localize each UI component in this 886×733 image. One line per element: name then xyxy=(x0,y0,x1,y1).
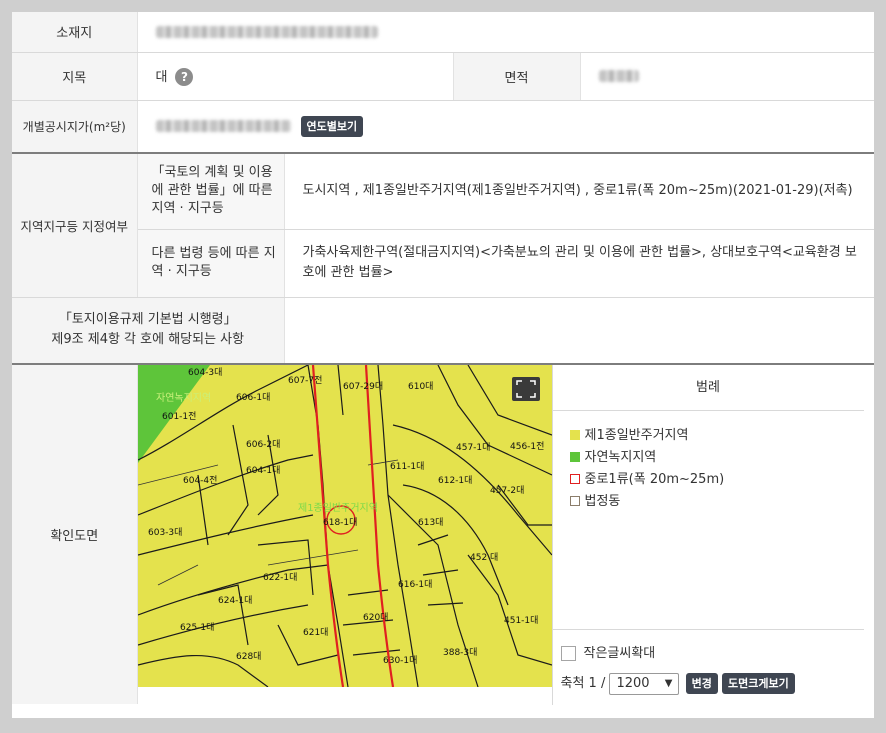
parcel-label: 613대 xyxy=(418,517,443,528)
road-line-right xyxy=(364,365,394,687)
parcel-label: 457-2대 xyxy=(490,485,524,496)
parcel-label: 456-1전 xyxy=(510,441,544,452)
row-land-category: 지목 대? 면적 xyxy=(12,52,874,101)
land-category-label: 지목 xyxy=(12,52,138,101)
swatch-residential xyxy=(569,429,580,440)
enforcement-label: 「토지이용규제 기본법 시행령」 제9조 제4항 각 호에 해당되는 사항 xyxy=(12,297,285,365)
enforcement-label-line2: 제9조 제4항 각 호에 해당되는 사항 xyxy=(51,332,245,348)
parcel-label: 604-3대 xyxy=(188,367,222,378)
row-location: 소재지 xyxy=(12,12,874,53)
enlarge-text-checkbox[interactable] xyxy=(560,646,576,661)
enforcement-value xyxy=(284,297,874,365)
legend-list: 제1종일반주거지역 자연녹지지역 중로1류(폭 20m~25m) 법정동 xyxy=(553,411,864,513)
chevron-down-icon: ▼ xyxy=(664,677,673,689)
legend-item-label: 제1종일반주거지역 xyxy=(584,428,689,443)
green-zone-label: 자연녹지지역 xyxy=(156,392,211,404)
area-label: 면적 xyxy=(453,52,581,101)
land-category-cell: 대? xyxy=(137,52,454,101)
zoning-sub1-value: 도시지역 , 제1종일반주거지역(제1종일반주거지역) , 중로1류(폭 20m… xyxy=(284,152,874,230)
legend-panel: 범례 제1종일반주거지역 자연녹지지역 중로1류(폭 20m~25m) 법정동 xyxy=(551,365,864,705)
parcel-label: 606-1대 xyxy=(236,392,270,403)
scale-label: 축척 1 / xyxy=(560,676,606,691)
map-label: 확인도면 xyxy=(12,363,138,704)
parcel-label: 616-1대 xyxy=(398,579,432,590)
enlarge-text-label: 작은글씨확대 xyxy=(583,646,656,661)
parcel-label: 604-1대 xyxy=(246,465,280,476)
area-value xyxy=(580,52,874,101)
zoning-map[interactable]: 604-3대 606-1대 601-1전 606-2대 604-1대 604-4… xyxy=(137,365,552,687)
scale-row: 축척 1 / 1200 ▼ 변경 도면크게보기 xyxy=(561,672,864,696)
parcel-label: 611-1대 xyxy=(390,461,424,472)
parcel-label: 622-1대 xyxy=(263,572,297,583)
land-use-info-panel: 소재지 지목 대? 면적 개별공시지가(m²당) 연도별보기 지역지구등 지정여… xyxy=(12,12,874,718)
parcel-label: 601-1전 xyxy=(162,411,196,422)
parcel-label: 625-1대 xyxy=(180,622,214,633)
parcel-label: 630-1대 xyxy=(383,655,417,666)
land-category-value: 대 xyxy=(155,69,168,85)
parcel-label: 618-1대 xyxy=(323,517,357,528)
legend-item-label: 법정동 xyxy=(584,494,621,509)
map-drawing: 604-3대 606-1대 601-1전 606-2대 604-1대 604-4… xyxy=(137,365,552,687)
legend-item-label: 자연녹지지역 xyxy=(584,450,657,465)
scale-change-button[interactable]: 변경 xyxy=(685,673,718,694)
official-price-cell: 연도별보기 xyxy=(137,100,874,154)
row-zoning-2: 다른 법령 등에 따른 지역 · 지구등 가축사육제한구역(절대금지지역)<가축… xyxy=(12,229,874,298)
enforcement-label-line1: 「토지이용규제 기본법 시행령」 xyxy=(58,312,237,328)
parcel-label: 628대 xyxy=(236,651,261,662)
zoning-label: 지역지구등 지정여부 xyxy=(12,152,138,298)
land-info-table: 소재지 지목 대? 면적 개별공시지가(m²당) 연도별보기 지역지구등 지정여… xyxy=(12,12,874,705)
parcel-label: 621대 xyxy=(303,627,328,638)
parcel-label: 388-3대 xyxy=(443,647,477,658)
zoning-sub1-label: 「국토의 계획 및 이용에 관한 법률」에 따른 지역 · 지구등 xyxy=(137,152,285,230)
parcel-label: 607-7전 xyxy=(288,375,322,386)
legend-title: 범례 xyxy=(552,365,864,411)
redacted-address xyxy=(155,25,378,38)
parcel-label: 607-29대 xyxy=(343,381,383,392)
parcel-label: 451-1대 xyxy=(504,615,538,626)
row-enforcement: 「토지이용규제 기본법 시행령」 제9조 제4항 각 호에 해당되는 사항 xyxy=(12,297,874,365)
thin-lines xyxy=(137,459,398,586)
scale-value: 1200 xyxy=(616,675,650,691)
row-map: 확인도면 604-3대 606-1대 601-1전 606-2대 604-1대 … xyxy=(12,363,874,705)
parcel-label: 603-3대 xyxy=(148,527,182,538)
legend-item-label: 중로1류(폭 20m~25m) xyxy=(584,472,725,487)
location-value xyxy=(137,12,874,53)
enlarge-text-row: 작은글씨확대 xyxy=(560,642,864,666)
parcel-labels: 604-3대 606-1대 601-1전 606-2대 604-1대 604-4… xyxy=(148,367,544,666)
legend-item-district: 법정동 xyxy=(569,491,864,513)
map-cell: 604-3대 606-1대 601-1전 606-2대 604-1대 604-4… xyxy=(137,363,874,705)
parcel-label: 612-1대 xyxy=(438,475,472,486)
parcel-label: 620대 xyxy=(363,612,388,623)
zoning-sub2-value: 가축사육제한구역(절대금지지역)<가축분뇨의 관리 및 이용에 관한 법률>, … xyxy=(284,229,874,298)
redacted-price xyxy=(155,120,291,133)
help-icon[interactable]: ? xyxy=(175,68,194,87)
legend-item-residential: 제1종일반주거지역 xyxy=(569,425,864,447)
parcel-label: 604-4전 xyxy=(183,475,217,486)
official-price-label: 개별공시지가(m²당) xyxy=(12,100,138,154)
parcel-label: 610대 xyxy=(408,381,433,392)
map-controls: 작은글씨확대 축척 1 / 1200 ▼ 변경 도면크게보기 xyxy=(552,629,864,705)
swatch-green xyxy=(569,451,580,462)
zoning-sub2-label: 다른 법령 등에 따른 지역 · 지구등 xyxy=(137,229,285,298)
fullscreen-icon[interactable] xyxy=(511,377,540,401)
row-zoning-1: 지역지구등 지정여부 「국토의 계획 및 이용에 관한 법률」에 따른 지역 ·… xyxy=(12,152,874,298)
yearly-view-button[interactable]: 연도별보기 xyxy=(300,115,364,137)
legend-item-road: 중로1류(폭 20m~25m) xyxy=(569,469,864,491)
parcel-label: 452 대 xyxy=(470,552,498,563)
swatch-road xyxy=(569,473,580,484)
row-official-price: 개별공시지가(m²당) 연도별보기 xyxy=(12,100,874,154)
parcel-label: 606-2대 xyxy=(246,439,280,450)
location-label: 소재지 xyxy=(12,12,138,53)
redacted-area xyxy=(598,70,639,82)
parcel-label: 624-1대 xyxy=(218,595,252,606)
view-large-map-button[interactable]: 도면크게보기 xyxy=(722,673,795,694)
swatch-district xyxy=(569,495,580,506)
legend-item-green: 자연녹지지역 xyxy=(569,447,864,469)
scale-select[interactable]: 1200 ▼ xyxy=(609,672,680,695)
residential-zone-label: 제1종일반주거지역 xyxy=(298,502,378,514)
parcel-label: 457-1대 xyxy=(456,442,490,453)
